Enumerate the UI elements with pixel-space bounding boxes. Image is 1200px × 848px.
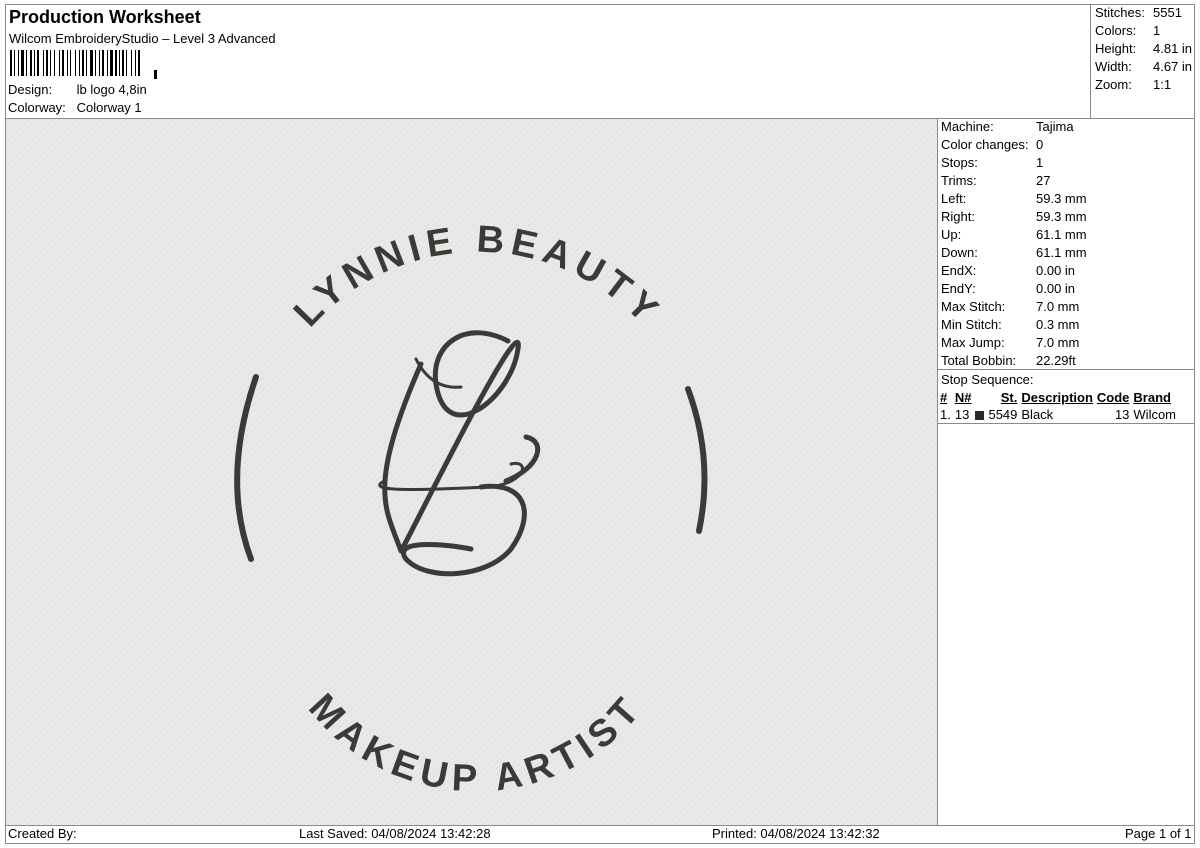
col-n: N# — [954, 390, 972, 405]
detail-row: Stops: 1 — [941, 155, 1044, 170]
summary-row: Colors: 1 — [1095, 23, 1161, 38]
summary-row: Stitches: 5551 — [1095, 5, 1182, 20]
detail-row: EndY: 0.00 in — [941, 281, 1076, 296]
detail-row: Max Jump: 7.0 mm — [941, 335, 1080, 350]
col-st: St. — [1000, 390, 1018, 405]
header-divider — [1090, 4, 1091, 119]
detail-row: Left: 59.3 mm — [941, 191, 1087, 206]
col-desc: Description — [1021, 390, 1093, 405]
page-title: Production Worksheet — [9, 7, 201, 27]
footer-printed: Printed: 04/08/2024 13:42:32 — [712, 826, 880, 841]
detail-row: Right: 59.3 mm — [941, 209, 1087, 224]
footer-frame — [5, 825, 1195, 844]
design-preview: LYNNIE BEAUTY MAKEUP ARTIST — [6, 119, 937, 825]
summary-row: Width: 4.67 in — [1095, 59, 1193, 74]
stop-sequence-table: # N# St. Description Code Brand 1. 13 55… — [938, 389, 1178, 423]
details-list: Machine: Tajima Color changes: 0 Stops: 1 T… — [941, 118, 1087, 370]
colorway-value: Colorway 1 — [76, 100, 142, 115]
detail-row: Color changes: 0 — [941, 137, 1044, 152]
barcode — [10, 50, 157, 79]
detail-row: Total Bobbin: 22.29ft — [941, 353, 1076, 368]
detail-row: Min Stitch: 0.3 mm — [941, 317, 1080, 332]
detail-row: Max Stitch: 7.0 mm — [941, 299, 1080, 314]
software-name: Wilcom EmbroideryStudio – Level 3 Advanc… — [9, 31, 276, 46]
detail-row: EndX: 0.00 in — [941, 263, 1076, 278]
footer-page: Page 1 of 1 — [1125, 826, 1192, 841]
stop-sequence-title: Stop Sequence: — [941, 372, 1034, 387]
panel-divider — [937, 118, 938, 826]
color-swatch — [975, 411, 985, 421]
design-row: Design: lb logo 4,8in — [8, 81, 147, 99]
colorway-label: Colorway: — [8, 100, 66, 115]
table-row: 1. 13 5549 Black 13 Wilcom — [940, 407, 1177, 422]
col-num: # — [940, 390, 948, 405]
footer-created-by: Created By: — [8, 826, 77, 841]
footer-last-saved: Last Saved: 04/08/2024 13:42:28 — [299, 826, 491, 841]
table-header-row: # N# St. Description Code Brand — [938, 389, 1178, 406]
colorway-row: Colorway: Colorway 1 — [8, 99, 142, 117]
detail-row: Trims: 27 — [941, 173, 1051, 188]
summary-row: Height: 4.81 in — [1095, 41, 1193, 56]
design-value: lb logo 4,8in — [76, 82, 147, 97]
col-code: Code — [1096, 390, 1130, 405]
summary-list: Stitches: 5551 Colors: 1 Height: 4.81 in Wi… — [1095, 4, 1192, 94]
detail-row: Up: 61.1 mm — [941, 227, 1087, 242]
design-label: Design: — [8, 82, 53, 97]
panel-divider-h2 — [937, 423, 1195, 424]
detail-row: Machine: Tajima — [941, 119, 1074, 134]
summary-row: Zoom: 1:1 — [1095, 77, 1172, 92]
col-brand: Brand — [1133, 390, 1171, 405]
detail-row: Down: 61.1 mm — [941, 245, 1087, 260]
